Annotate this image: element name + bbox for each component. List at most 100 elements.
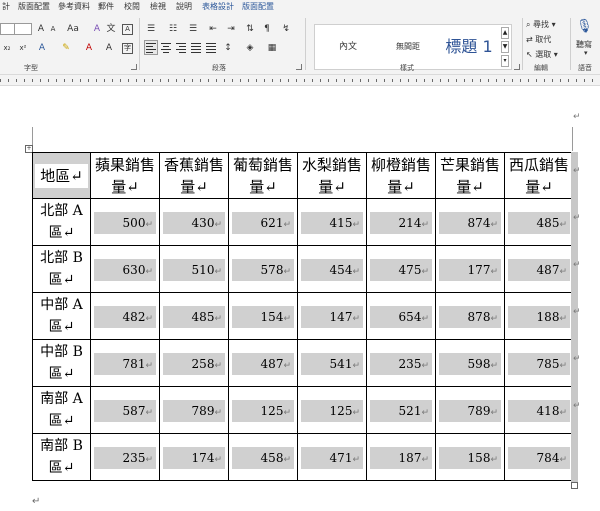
column-header-cell[interactable]: 香蕉銷售 量↵ (159, 152, 229, 199)
corner-header-cell[interactable]: 地區↵ (32, 152, 91, 199)
tab-review[interactable]: 校閱 (124, 2, 140, 12)
clear-format-icon[interactable]: A (92, 23, 102, 35)
paragraph-dialog-launcher-icon[interactable] (296, 64, 302, 70)
region-cell[interactable]: 中部 A 區↵ (32, 292, 91, 340)
dictate-dropdown-icon[interactable]: ▾ (584, 48, 588, 58)
decrease-indent-icon[interactable]: ⇤ (206, 23, 220, 35)
find-button[interactable]: ⌕ 尋找 ▾ (526, 20, 556, 30)
sales-value-cell[interactable]: 177↵ (435, 245, 505, 293)
font-color-icon[interactable]: A (84, 42, 94, 54)
sales-value-cell[interactable]: 578↵ (228, 245, 298, 293)
sales-value-cell[interactable]: 471↵ (297, 433, 367, 481)
char-shading-icon[interactable]: A (104, 42, 114, 54)
sales-value-cell[interactable]: 485↵ (504, 198, 574, 246)
style-normal[interactable]: 內文 (323, 25, 373, 69)
replace-button[interactable]: ⇄ 取代 (526, 35, 551, 45)
sales-value-cell[interactable]: 878↵ (435, 292, 505, 340)
tab-mailings[interactable]: 郵件 (98, 2, 114, 12)
region-cell[interactable]: 北部 A 區↵ (32, 198, 91, 246)
sales-value-cell[interactable]: 258↵ (159, 339, 229, 387)
show-marks-icon[interactable]: ¶ (262, 23, 272, 35)
sales-value-cell[interactable]: 214↵ (366, 198, 436, 246)
phonetic-guide-icon[interactable]: 文 (106, 23, 116, 35)
align-center-icon[interactable] (160, 42, 172, 54)
char-border-icon[interactable]: 字 (122, 43, 133, 54)
sales-value-cell[interactable]: 587↵ (90, 386, 160, 434)
style-heading-1[interactable]: 標題 1 (437, 25, 501, 69)
gallery-up-icon[interactable]: ▲ (501, 27, 509, 39)
sales-value-cell[interactable]: 125↵ (228, 386, 298, 434)
sales-value-cell[interactable]: 500↵ (90, 198, 160, 246)
sales-value-cell[interactable]: 541↵ (297, 339, 367, 387)
text-effects-icon[interactable]: A (36, 42, 48, 54)
sales-value-cell[interactable]: 784↵ (504, 433, 574, 481)
distributed-icon[interactable] (205, 42, 217, 54)
sales-value-cell[interactable]: 188↵ (504, 292, 574, 340)
sales-value-cell[interactable]: 158↵ (435, 433, 505, 481)
sales-value-cell[interactable]: 174↵ (159, 433, 229, 481)
numbering-icon[interactable]: ☷ (166, 23, 180, 35)
sales-value-cell[interactable]: 235↵ (366, 339, 436, 387)
column-header-cell[interactable]: 蘋果銷售 量↵ (90, 152, 160, 199)
sales-value-cell[interactable]: 621↵ (228, 198, 298, 246)
sales-value-cell[interactable]: 487↵ (504, 245, 574, 293)
tab-table-layout[interactable]: 版面配置 (242, 2, 274, 12)
column-header-cell[interactable]: 葡萄銷售 量↵ (228, 152, 298, 199)
sort-icon[interactable]: ⇅ (244, 23, 256, 35)
sales-value-cell[interactable]: 482↵ (90, 292, 160, 340)
gallery-down-icon[interactable]: ▼ (501, 41, 509, 53)
sales-value-cell[interactable]: 789↵ (159, 386, 229, 434)
sales-value-cell[interactable]: 785↵ (504, 339, 574, 387)
region-cell[interactable]: 北部 B 區↵ (32, 245, 91, 293)
tab-design[interactable]: 計 (2, 2, 10, 12)
line-spacing-icon[interactable]: ↕ (222, 42, 234, 54)
grow-font-icon[interactable]: A (36, 23, 46, 35)
sales-value-cell[interactable]: 510↵ (159, 245, 229, 293)
sales-value-cell[interactable]: 430↵ (159, 198, 229, 246)
tab-help[interactable]: 說明 (176, 2, 192, 12)
subscript-icon[interactable]: x₂ (2, 42, 12, 54)
sales-value-cell[interactable]: 454↵ (297, 245, 367, 293)
bullets-icon[interactable]: ☰ (144, 23, 158, 35)
sales-value-cell[interactable]: 521↵ (366, 386, 436, 434)
sales-value-cell[interactable]: 654↵ (366, 292, 436, 340)
sales-value-cell[interactable]: 154↵ (228, 292, 298, 340)
align-right-icon[interactable] (175, 42, 187, 54)
microphone-icon[interactable]: 🎙︎ (576, 20, 593, 33)
tab-references[interactable]: 參考資料 (58, 2, 90, 12)
sales-value-cell[interactable]: 789↵ (435, 386, 505, 434)
region-cell[interactable]: 南部 A 區↵ (32, 386, 91, 434)
asian-layout-icon[interactable]: ↯ (280, 23, 292, 35)
tab-table-design[interactable]: 表格設計 (202, 2, 234, 12)
sales-value-cell[interactable]: 418↵ (504, 386, 574, 434)
sales-value-cell[interactable]: 415↵ (297, 198, 367, 246)
font-dialog-launcher-icon[interactable] (131, 64, 137, 70)
sales-value-cell[interactable]: 781↵ (90, 339, 160, 387)
justify-icon[interactable] (190, 42, 202, 54)
borders-icon[interactable]: ▦ (266, 42, 278, 54)
column-header-cell[interactable]: 西瓜銷售 量↵ (504, 152, 574, 199)
sales-value-cell[interactable]: 630↵ (90, 245, 160, 293)
region-cell[interactable]: 中部 B 區↵ (32, 339, 91, 387)
multilevel-list-icon[interactable]: ☰ (186, 23, 200, 35)
tab-layout[interactable]: 版面配置 (18, 2, 50, 12)
increase-indent-icon[interactable]: ⇥ (224, 23, 238, 35)
shading-icon[interactable]: ◈ (244, 42, 256, 54)
change-case-button[interactable]: Aa (66, 23, 80, 35)
shrink-font-icon[interactable]: A (48, 23, 58, 35)
font-size-field[interactable] (14, 23, 32, 35)
region-cell[interactable]: 南部 B 區↵ (32, 433, 91, 481)
document-page[interactable]: + 地區↵ 蘋果銷售 量↵ 香蕉銷售 量↵ 葡萄銷售 量↵ 水梨銷售 量↵ 柳橙銷售 量↵ 芒果銷售… (0, 86, 600, 511)
sales-value-cell[interactable]: 475↵ (366, 245, 436, 293)
highlight-color-icon[interactable]: ✎ (60, 42, 72, 54)
sales-value-cell[interactable]: 147↵ (297, 292, 367, 340)
column-header-cell[interactable]: 柳橙銷售 量↵ (366, 152, 436, 199)
horizontal-ruler[interactable] (0, 74, 600, 86)
enclose-character-icon[interactable]: A (122, 24, 133, 35)
gallery-more-icon[interactable]: ▾ (501, 55, 509, 67)
align-left-icon[interactable] (145, 42, 157, 54)
sales-value-cell[interactable]: 874↵ (435, 198, 505, 246)
sales-value-cell[interactable]: 485↵ (159, 292, 229, 340)
sales-value-cell[interactable]: 187↵ (366, 433, 436, 481)
column-header-cell[interactable]: 水梨銷售 量↵ (297, 152, 367, 199)
